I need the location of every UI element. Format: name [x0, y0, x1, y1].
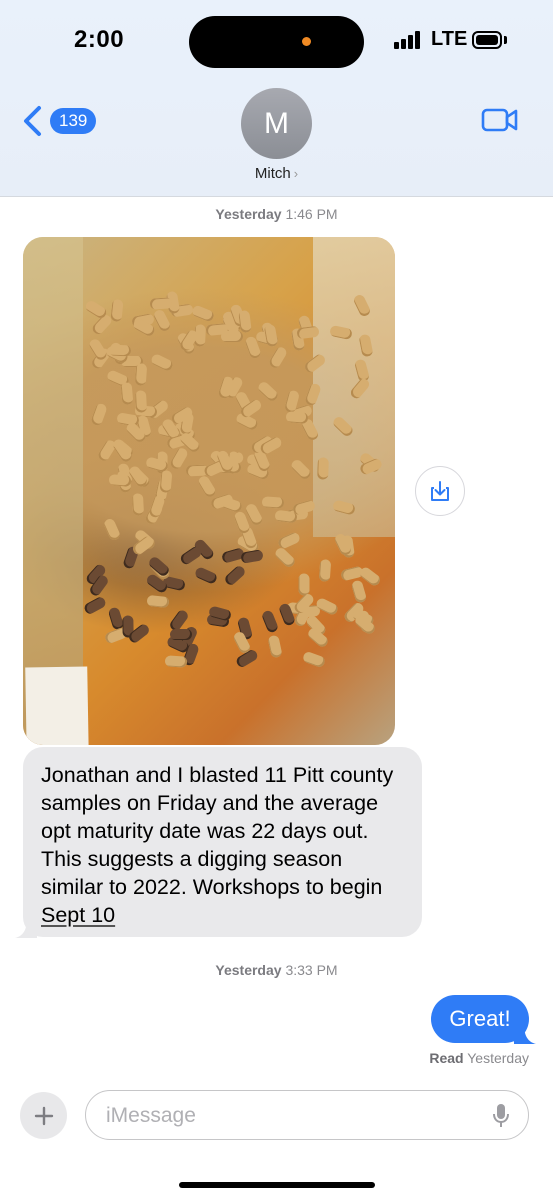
peanut [303, 382, 322, 407]
peanut [134, 390, 147, 413]
network-type: LTE [431, 28, 468, 50]
peanut [170, 629, 193, 641]
peanut [289, 458, 313, 482]
battery-icon [472, 31, 502, 49]
home-indicator [179, 1182, 375, 1188]
save-image-button[interactable] [415, 466, 465, 516]
peanut [285, 411, 309, 425]
peanut [149, 352, 175, 373]
avatar-initial: M [264, 106, 289, 140]
message-input[interactable] [104, 1091, 478, 1141]
message-text: Great! [449, 1006, 511, 1031]
peanut [267, 634, 283, 659]
peanut [268, 345, 289, 371]
peanut [303, 352, 328, 375]
peanut [238, 309, 253, 334]
peanut [256, 380, 281, 404]
message-text: Jonathan and I blasted 11 Pitt county sa… [41, 763, 394, 899]
unread-count-badge: 139 [50, 108, 97, 134]
add-attachment-button[interactable] [20, 1092, 67, 1139]
download-icon [431, 481, 449, 501]
incoming-message-bubble[interactable]: Jonathan and I blasted 11 Pitt county sa… [15, 747, 422, 938]
peanut [328, 324, 353, 340]
peanut [134, 363, 148, 386]
contact-name: Mitch [254, 165, 291, 182]
status-time: 2:00 [74, 26, 125, 53]
peanut [178, 545, 203, 567]
peanut [274, 509, 298, 524]
peanut [132, 492, 145, 516]
plus-icon [34, 1106, 53, 1125]
back-button[interactable]: 139 [20, 104, 97, 138]
peanut [109, 344, 132, 357]
message-compose-field[interactable] [85, 1090, 529, 1141]
peanut [330, 414, 355, 439]
conversation-header: 2:00 LTE 139 M Mitch › [0, 0, 553, 197]
peanut [302, 650, 327, 669]
avatar[interactable]: M [241, 88, 312, 159]
peanut [223, 564, 248, 588]
chevron-left-icon [24, 106, 41, 136]
peanut [319, 558, 332, 582]
peanut [120, 382, 134, 406]
peanut [332, 498, 357, 516]
video-camera-icon[interactable] [481, 106, 519, 134]
peanut [165, 655, 188, 669]
peanut [146, 594, 170, 609]
read-receipt: Read Yesterday [429, 1050, 529, 1066]
peanut [196, 473, 217, 499]
peanut [152, 308, 173, 334]
peanut [352, 292, 372, 318]
bubble-tail [15, 918, 37, 938]
peanut [190, 304, 216, 324]
dynamic-island [189, 16, 364, 68]
peanut [148, 493, 167, 519]
cellular-signal-icon [394, 31, 424, 49]
peanut [108, 474, 132, 488]
peanut [159, 469, 173, 493]
privacy-indicator-dot [302, 37, 311, 46]
photo-attachment[interactable] [23, 237, 395, 745]
peanut [348, 376, 371, 401]
peanut [102, 517, 122, 542]
peanut [358, 334, 374, 358]
peanut [298, 573, 310, 596]
chevron-right-icon: › [293, 166, 299, 181]
peanut [110, 298, 124, 322]
peanut [296, 325, 321, 340]
peanut [261, 495, 285, 509]
outgoing-message-bubble[interactable]: Great! [431, 995, 536, 1044]
peanut [350, 579, 368, 604]
peanut [194, 566, 219, 586]
peanut [240, 549, 264, 564]
peanut-pile [82, 290, 384, 677]
peanut [273, 545, 297, 569]
timestamp-divider: Yesterday 1:46 PM [215, 206, 338, 222]
peanut [82, 595, 108, 616]
microphone-icon[interactable] [492, 1103, 510, 1129]
peanut [260, 609, 280, 635]
timestamp-divider: Yesterday 3:33 PM [215, 962, 338, 978]
battery-tip [504, 36, 507, 44]
handwritten-note [25, 666, 89, 745]
peanut [90, 401, 109, 427]
bubble-tail [514, 1024, 536, 1044]
contact-name-button[interactable]: Mitch › [0, 165, 553, 182]
peanut [305, 626, 330, 649]
peanut [220, 330, 243, 342]
peanut [316, 456, 329, 480]
date-link[interactable]: Sept 10 [41, 903, 115, 927]
